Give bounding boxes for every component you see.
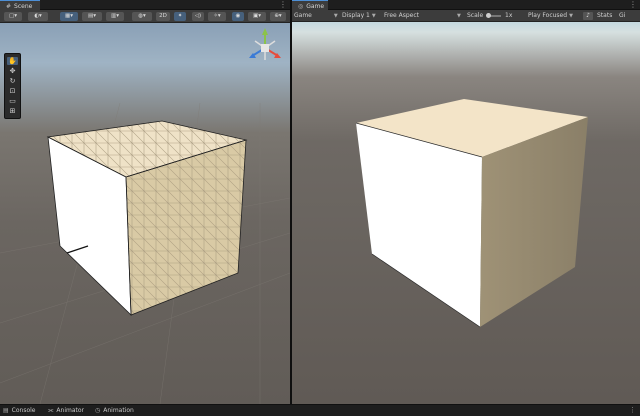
lighting-toggle[interactable]: ✦ [174, 12, 186, 21]
console-icon: ▤ [3, 407, 9, 414]
tab-console-label: Console [11, 407, 36, 414]
aspect-dropdown[interactable]: Free Aspect ▼ [384, 10, 461, 22]
chevron-down-icon: ▼ [371, 13, 376, 19]
scene-toolbar: ▢▾ ◐▾ ▦▾ ▤▾ ▥▾ ◍▾ 2D ✦ ◁) ✧▾ ◉ ▣▾ ⊕▾ [0, 10, 290, 23]
game-viewport[interactable] [292, 22, 640, 404]
display-label: Display 1 [342, 12, 370, 19]
aspect-label: Free Aspect [384, 12, 420, 19]
game-view-dropdown[interactable]: Game ▼ [294, 10, 338, 22]
scale-label: Scale [467, 12, 484, 19]
gizmos-dropdown[interactable]: ⊕▾ [270, 12, 286, 21]
tab-animator[interactable]: ⫘ Animator [48, 406, 84, 416]
game-tabstrip: ◎ Game ⋮ [292, 0, 640, 10]
hidden-objects-toggle[interactable]: ◉ [232, 12, 244, 21]
draw-mode-dropdown[interactable]: ◍▾ [132, 12, 152, 21]
bottom-more-icon[interactable]: ⋮ [629, 405, 636, 415]
bottom-tabbar: ▤ Console ⫘ Animator ◷ Animation ⋮ [0, 404, 640, 416]
game-cube-left-face [356, 123, 482, 327]
unity-editor: # Scene ⋮ ▢▾ ◐▾ ▦▾ ▤▾ ▥▾ ◍▾ 2D ✦ ◁) ✧▾ ◉… [0, 0, 640, 416]
tab-animation[interactable]: ◷ Animation [95, 406, 134, 416]
game-more-icon[interactable]: ⋮ [629, 0, 637, 10]
animator-icon: ⫘ [48, 407, 54, 414]
grid-visibility-dropdown[interactable]: ▤▾ [82, 12, 102, 21]
tab-console[interactable]: ▤ Console [3, 406, 36, 416]
rotate-tool-icon[interactable]: ↻ [7, 77, 18, 85]
scene-panel: # Scene ⋮ ▢▾ ◐▾ ▦▾ ▤▾ ▥▾ ◍▾ 2D ✦ ◁) ✧▾ ◉… [0, 0, 290, 404]
grid-snap-toggle[interactable]: ▦▾ [60, 12, 78, 21]
orientation-gizmo-icon[interactable] [240, 26, 290, 86]
snap-increment-dropdown[interactable]: ▥▾ [106, 12, 124, 21]
tab-animation-label: Animation [103, 407, 134, 414]
scene-tabstrip: # Scene ⋮ [0, 0, 290, 10]
tools-palette: ✋ ✥ ↻ ⊡ ▭ ⊞ [4, 53, 21, 119]
game-panel: ◎ Game ⋮ Game ▼ Display 1 ▼ Free Aspect ▼ S… [292, 0, 640, 404]
scale-slider-handle[interactable] [486, 13, 491, 18]
chevron-down-icon: ▼ [457, 13, 461, 19]
game-toolbar: Game ▼ Display 1 ▼ Free Aspect ▼ Scale [292, 10, 640, 22]
camera-dropdown[interactable]: ▣▾ [248, 12, 266, 21]
mode-2d-toggle[interactable]: 2D [156, 12, 170, 21]
hand-tool-icon[interactable]: ✋ [7, 57, 18, 65]
tab-game[interactable]: ◎ Game [292, 0, 328, 10]
tab-animator-label: Animator [56, 407, 84, 414]
pivot-dropdown[interactable]: ◐▾ [28, 12, 48, 21]
chevron-down-icon: ▼ [333, 13, 338, 19]
move-tool-icon[interactable]: ✥ [7, 67, 18, 75]
display-dropdown[interactable]: Display 1 ▼ [342, 10, 376, 22]
tab-scene[interactable]: # Scene [0, 0, 40, 10]
audio-toggle[interactable]: ◁) [192, 12, 204, 21]
tool-handle-dropdown[interactable]: ▢▾ [4, 12, 22, 21]
scale-tool-icon[interactable]: ⊡ [7, 87, 18, 95]
rect-tool-icon[interactable]: ▭ [7, 97, 18, 105]
game-view-label: Game [294, 12, 312, 19]
scene-viewport[interactable]: ✋ ✥ ↻ ⊡ ▭ ⊞ [0, 23, 290, 404]
game-canvas [355, 99, 588, 328]
effects-dropdown[interactable]: ✧▾ [208, 12, 226, 21]
scene-more-icon[interactable]: ⋮ [279, 0, 287, 10]
animation-icon: ◷ [95, 407, 101, 414]
transform-tool-icon[interactable]: ⊞ [7, 107, 18, 115]
